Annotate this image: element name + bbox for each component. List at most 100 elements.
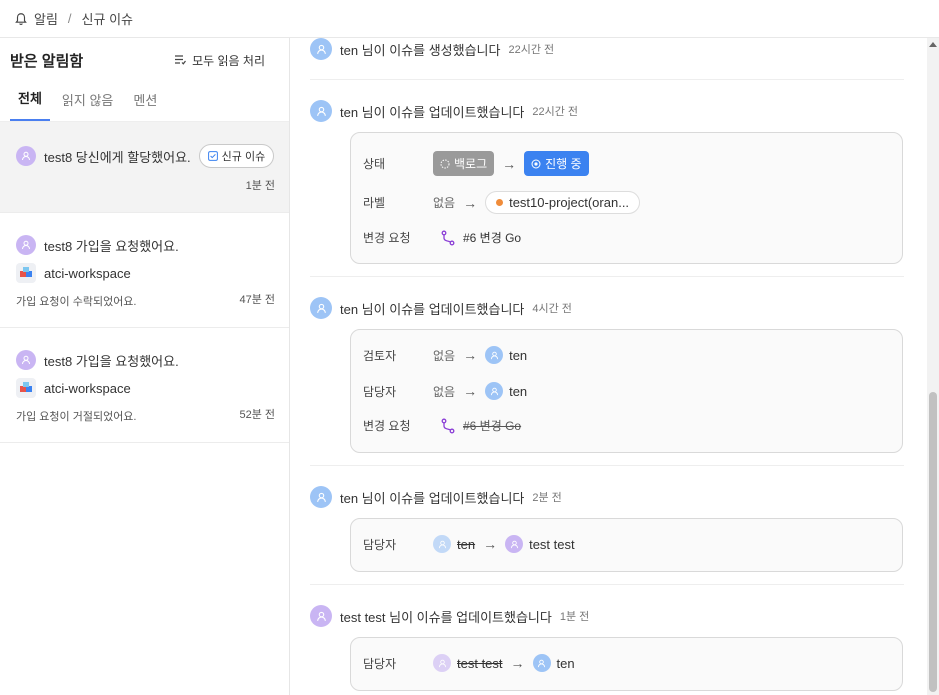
arrow-icon: → — [463, 383, 478, 399]
notification-time: 52분 전 — [239, 409, 275, 421]
user-name-new: ten — [556, 655, 575, 671]
activity-item: ten 님이 이슈를 업데이트했습니다 22시간 전 — [310, 100, 904, 122]
status-old-badge: 백로그 — [433, 151, 495, 176]
avatar — [16, 146, 36, 166]
notification-time: 1분 전 — [245, 180, 275, 192]
activity-time: 22시간 전 — [508, 44, 555, 56]
user-name-new: test test — [529, 536, 575, 552]
notification-text: test8 가입을 요청했어요. — [44, 353, 179, 369]
tab-all[interactable]: 전체 — [10, 88, 50, 121]
workspace-icon — [16, 378, 36, 398]
avatar — [505, 535, 524, 553]
arrow-icon: → — [463, 194, 478, 211]
avatar — [485, 346, 504, 364]
chip-label: 신규 이슈 — [221, 151, 266, 163]
bell-icon — [15, 12, 27, 25]
arrow-icon: → — [463, 347, 478, 363]
user-name-old: test test — [457, 655, 503, 671]
notification-item[interactable]: test8 가입을 요청했어요. atci-workspace 가입 요청이 거… — [0, 328, 289, 443]
change-key: 변경 요청 — [363, 231, 411, 245]
activity-text: test test 님이 이슈를 업데이트했습니다 — [340, 609, 552, 625]
change-row-assignee: 담당자 없음 → ten — [363, 382, 527, 400]
mark-all-read-button[interactable]: 모두 읽음 처리 — [174, 52, 265, 69]
workspace-name: atci-workspace — [44, 380, 131, 396]
notification-time: 47분 전 — [239, 294, 275, 306]
new-issue-chip[interactable]: 신규 이슈 — [198, 144, 275, 168]
arrow-icon: → — [510, 655, 525, 671]
inbox-title: 받은 알림함 — [10, 52, 84, 70]
avatar — [16, 235, 36, 255]
pull-request-label: #6 변경 Go — [463, 231, 522, 245]
notification-status: 가입 요청이 수락되었어요. — [16, 296, 137, 308]
none-value: 없음 — [433, 384, 456, 399]
change-card: 검토자 없음 → ten 담당자 없음 → ten 변경 요청 #6 변경 Go — [350, 329, 903, 453]
avatar — [310, 100, 332, 122]
workspace-name: atci-workspace — [44, 265, 131, 281]
scrollbar[interactable] — [927, 38, 939, 695]
notification-text: test8 당신에게 할당했어요. — [44, 149, 191, 165]
tab-mentions[interactable]: 멘션 — [125, 90, 165, 121]
status-new-badge: 진행 중 — [524, 151, 589, 176]
avatar — [310, 605, 332, 627]
user-name: ten — [509, 347, 528, 363]
notification-item[interactable]: test8 당신에게 할당했어요. 신규 이슈 1분 전 — [0, 122, 289, 213]
pull-request-link[interactable]: #6 변경 Go — [441, 417, 521, 434]
divider — [310, 465, 904, 466]
activity-text: ten 님이 이슈를 업데이트했습니다 — [340, 104, 525, 120]
change-key: 상태 — [363, 157, 386, 171]
avatar — [433, 654, 451, 672]
change-row-label: 라벨 없음 → test10-project(oran... — [363, 191, 641, 214]
notification-status: 가입 요청이 거절되었어요. — [16, 411, 137, 423]
activity-time: 22시간 전 — [532, 106, 579, 118]
change-row-assignee: 담당자 test test → ten — [363, 654, 575, 672]
activity-feed: ten 님이 이슈를 생성했습니다 22시간 전 ten 님이 이슈를 업데이트… — [290, 38, 939, 695]
scrollbar-thumb[interactable] — [929, 392, 937, 692]
change-row-reviewer: 검토자 없음 → ten — [363, 346, 527, 364]
avatar — [310, 297, 332, 319]
label-pill[interactable]: test10-project(oran... — [485, 191, 641, 214]
avatar — [16, 350, 36, 370]
workspace-icon — [16, 263, 36, 283]
activity-text: ten 님이 이슈를 업데이트했습니다 — [340, 490, 525, 506]
change-key: 담당자 — [363, 537, 397, 552]
breadcrumb-home[interactable]: 알림 — [34, 9, 58, 28]
pull-request-link[interactable]: #6 변경 Go — [441, 229, 521, 246]
status-new-label: 진행 중 — [545, 157, 582, 171]
pull-request-label: #6 변경 Go — [463, 419, 522, 433]
inbox-panel: 받은 알림함 모두 읽음 처리 전체 읽지 않음 멘션 test8 당신에게 할… — [0, 38, 290, 695]
avatar — [485, 382, 504, 400]
in-progress-icon — [531, 159, 541, 168]
dashed-circle-icon — [440, 159, 450, 168]
activity-item: ten 님이 이슈를 업데이트했습니다 2분 전 — [310, 486, 904, 508]
mark-all-read-label: 모두 읽음 처리 — [192, 53, 265, 68]
activity-time: 1분 전 — [559, 611, 590, 623]
scroll-up-arrow-icon[interactable] — [929, 42, 937, 47]
avatar — [310, 486, 332, 508]
activity-time: 4시간 전 — [532, 303, 572, 315]
status-old-label: 백로그 — [454, 157, 488, 171]
activity-text: ten 님이 이슈를 생성했습니다 — [340, 42, 501, 58]
change-key: 라벨 — [363, 196, 386, 210]
activity-item: test test 님이 이슈를 업데이트했습니다 1분 전 — [310, 605, 904, 627]
label-color-dot — [496, 199, 504, 206]
change-card: 담당자 test test → ten — [350, 637, 903, 691]
change-row-pr: 변경 요청 #6 변경 Go — [363, 417, 521, 434]
arrow-icon: → — [483, 536, 498, 552]
notification-item[interactable]: test8 가입을 요청했어요. atci-workspace 가입 요청이 수… — [0, 213, 289, 328]
arrow-icon: → — [502, 155, 517, 172]
tab-unread[interactable]: 읽지 않음 — [54, 90, 121, 121]
breadcrumb-separator: / — [67, 11, 72, 26]
none-value: 없음 — [433, 348, 456, 363]
list-check-icon — [175, 55, 187, 65]
notification-text: test8 가입을 요청했어요. — [44, 238, 179, 254]
change-row-status: 상태 백로그 → 진행 중 — [363, 151, 589, 176]
divider — [310, 584, 904, 585]
change-key: 검토자 — [363, 348, 397, 363]
avatar — [310, 38, 332, 60]
divider — [310, 79, 904, 80]
breadcrumb: 알림 / 신규 이슈 — [0, 0, 939, 38]
change-key: 변경 요청 — [363, 419, 411, 433]
check-square-icon — [207, 151, 218, 161]
inbox-header: 받은 알림함 모두 읽음 처리 — [0, 38, 289, 82]
user-name: ten — [509, 383, 528, 399]
